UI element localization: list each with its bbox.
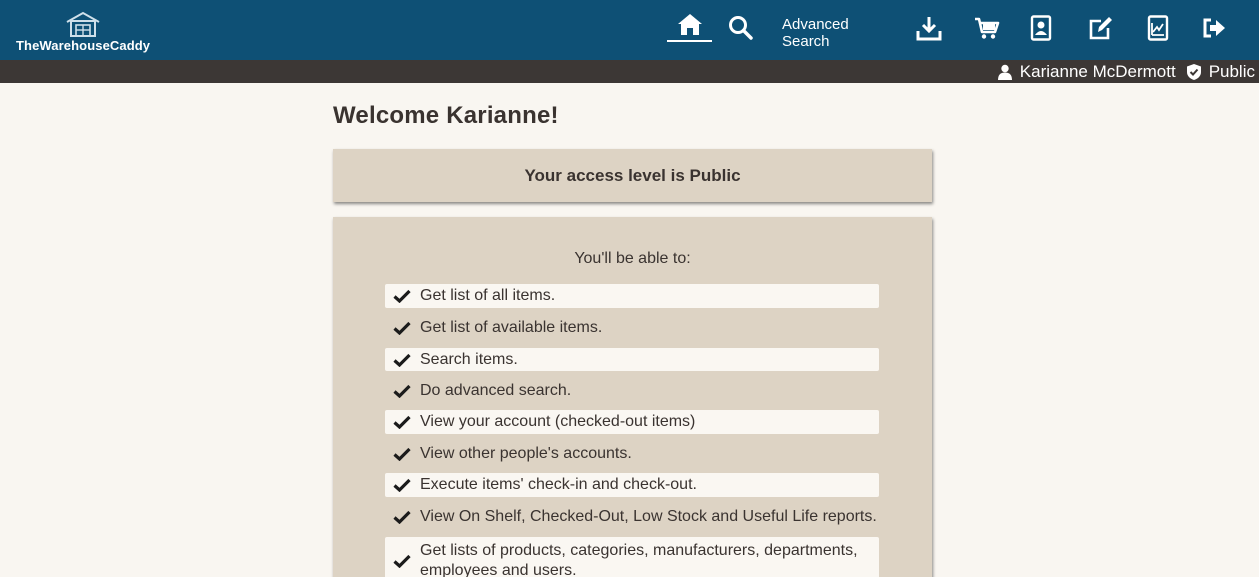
check-icon (393, 554, 411, 568)
warehouse-icon (66, 11, 100, 37)
user-role: Public (1208, 61, 1255, 81)
account-icon (1030, 15, 1052, 41)
permission-item: View On Shelf, Checked-Out, Low Stock an… (385, 505, 879, 529)
nav-search-button[interactable] (723, 8, 759, 48)
download-icon (916, 17, 942, 41)
access-level-card: Your access level is Public (333, 149, 932, 202)
top-navbar: TheWarehouseCaddy Advanced Search (0, 0, 1259, 60)
nav-cart-button[interactable] (968, 8, 1006, 48)
access-level-text: Your access level is Public (524, 165, 741, 185)
nav-download-button[interactable] (910, 8, 948, 48)
check-icon (393, 447, 411, 461)
check-icon (393, 510, 411, 524)
user-name: Karianne McDermott (1019, 61, 1176, 81)
search-icon (729, 16, 753, 40)
permission-item: Get lists of products, categories, manuf… (385, 537, 879, 577)
permissions-card: You'll be able to: Get list of all items… (333, 217, 932, 577)
permission-item: View your account (checked-out items) (385, 410, 879, 434)
check-icon (393, 321, 411, 335)
logout-icon (1203, 18, 1225, 38)
shield-check-icon (1186, 63, 1202, 81)
permission-item: Get list of all items. (385, 284, 879, 308)
nav-home-button[interactable] (667, 8, 712, 42)
nav-reports-button[interactable] (1139, 8, 1177, 48)
nav-account-button[interactable] (1022, 8, 1060, 48)
check-icon (393, 415, 411, 429)
check-icon (393, 478, 411, 492)
permissions-title: You'll be able to: (574, 250, 691, 267)
brand-logo[interactable]: TheWarehouseCaddy (16, 10, 156, 54)
user-info: Karianne McDermott Public (997, 60, 1255, 83)
page-title: Welcome Karianne! (333, 102, 559, 129)
check-icon (393, 353, 411, 367)
nav-logout-button[interactable] (1195, 8, 1233, 48)
check-icon (393, 384, 411, 398)
reports-icon (1147, 15, 1169, 41)
permission-item: Execute items' check-in and check-out. (385, 473, 879, 497)
user-status-bar: Karianne McDermott Public (0, 60, 1259, 83)
brand-name: TheWarehouseCaddy (16, 38, 151, 53)
cart-icon (975, 17, 1000, 39)
user-icon (997, 64, 1013, 80)
edit-icon (1089, 17, 1112, 40)
nav-advanced-search-link[interactable]: Advanced Search (782, 14, 900, 52)
check-icon (393, 289, 411, 303)
permission-item: Get list of available items. (385, 316, 879, 340)
permission-item: Do advanced search. (385, 379, 879, 403)
permission-item: View other people's accounts. (385, 442, 879, 466)
permission-item: Search items. (385, 348, 879, 371)
nav-edit-button[interactable] (1082, 8, 1120, 48)
home-icon (677, 14, 702, 35)
